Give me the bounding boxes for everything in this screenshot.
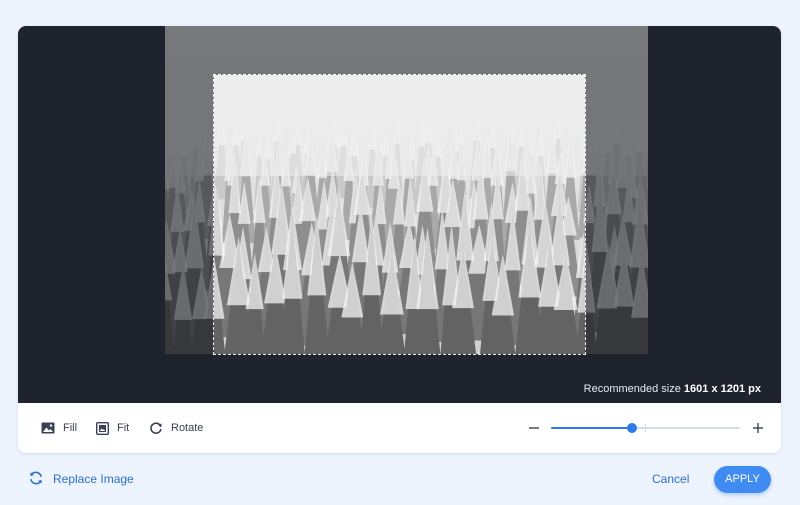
zoom-out-button[interactable] <box>526 420 542 436</box>
recommended-size-label: Recommended size <box>583 383 681 395</box>
fill-label: Fill <box>63 422 78 434</box>
rotate-button[interactable]: Rotate <box>149 403 203 453</box>
image-icon <box>41 422 55 434</box>
cancel-button[interactable]: Cancel <box>652 468 689 490</box>
refresh-icon <box>28 470 44 489</box>
zoom-control <box>526 403 766 453</box>
image-canvas: Recommended size 1601 x 1201 px <box>18 26 781 403</box>
rotate-icon <box>149 421 163 435</box>
image-frame-icon <box>96 421 109 435</box>
zoom-slider[interactable] <box>551 423 740 433</box>
replace-image-label: Replace Image <box>53 472 134 486</box>
fit-button[interactable]: Fit <box>96 403 129 453</box>
zoom-slider-thumb[interactable] <box>627 423 638 433</box>
editor-toolbar: Fill Fit Rotate <box>18 403 781 453</box>
apply-button[interactable]: APPLY <box>714 466 771 493</box>
fit-label: Fit <box>117 422 130 434</box>
crop-area[interactable] <box>213 74 586 355</box>
fill-button[interactable]: Fill <box>41 403 77 453</box>
plus-icon <box>753 423 763 433</box>
rotate-label: Rotate <box>171 422 204 434</box>
recommended-size: Recommended size 1601 x 1201 px <box>584 383 761 395</box>
forest-photo-crop <box>214 75 585 354</box>
zoom-slider-fill <box>551 427 633 429</box>
recommended-size-value: 1601 x 1201 px <box>683 383 761 395</box>
zoom-in-button[interactable] <box>750 420 766 436</box>
zoom-slider-midpoint <box>645 424 646 432</box>
replace-image-button[interactable]: Replace Image <box>28 468 134 490</box>
minus-icon <box>529 427 539 429</box>
image-editor: Recommended size 1601 x 1201 px Fill Fit… <box>18 26 781 453</box>
